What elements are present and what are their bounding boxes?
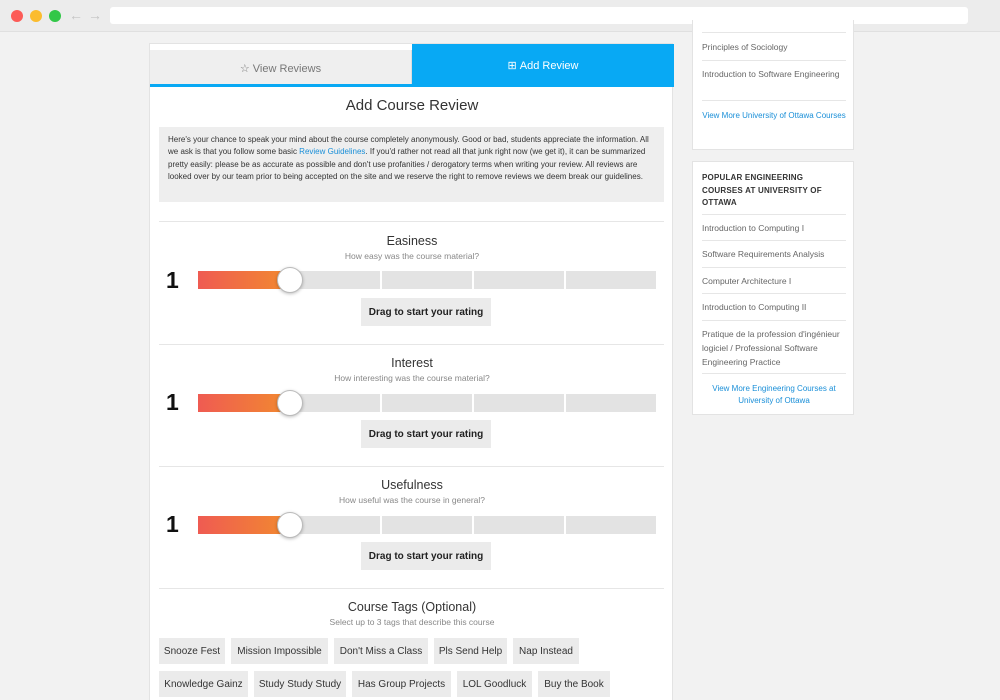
rating-slider-usefulness[interactable] bbox=[198, 512, 656, 538]
slider-segment bbox=[474, 271, 564, 289]
drag-to-rate-button[interactable]: Drag to start your rating bbox=[361, 298, 491, 326]
star-outline-icon: ☆ bbox=[239, 63, 250, 75]
divider bbox=[159, 344, 664, 345]
divider bbox=[702, 293, 846, 294]
rating-subtitle-easiness: How easy was the course material? bbox=[344, 251, 480, 261]
drag-to-rate-button[interactable]: Drag to start your rating bbox=[361, 542, 491, 570]
divider bbox=[702, 373, 846, 374]
sidebar-course-link[interactable]: Computer Architecture I bbox=[702, 274, 846, 288]
tag-button[interactable]: Study Study Study bbox=[254, 671, 346, 697]
rating-slider-interest[interactable] bbox=[198, 390, 656, 416]
sidebar-course-link[interactable]: Introduction to Computing I bbox=[702, 221, 846, 235]
back-arrow-icon[interactable]: ← bbox=[69, 7, 83, 23]
sidebar-course-link[interactable]: Software Requirements Analysis bbox=[702, 247, 846, 261]
slider-segment bbox=[474, 394, 564, 412]
slider-segment bbox=[290, 516, 380, 534]
divider bbox=[702, 214, 846, 215]
divider bbox=[702, 267, 846, 268]
tag-button[interactable]: Snooze Fest bbox=[159, 638, 225, 664]
divider bbox=[702, 60, 846, 61]
tag-button[interactable]: Has Group Projects bbox=[352, 671, 451, 697]
sidebar-courses-card: Principles of Sociology Introduction to … bbox=[692, 20, 854, 150]
sidebar-heading: POPULAR ENGINEERING COURSES AT UNIVERSIT… bbox=[702, 173, 822, 207]
tag-button[interactable]: Nap Instead bbox=[513, 638, 579, 664]
rating-subtitle-interest: How interesting was the course material? bbox=[334, 373, 490, 383]
rating-title-easiness: Easiness bbox=[386, 234, 438, 248]
sidebar-course-link[interactable]: Principles of Sociology bbox=[702, 40, 846, 54]
tab-underline bbox=[150, 84, 674, 87]
review-guidelines-link[interactable]: Review Guidelines bbox=[299, 147, 365, 156]
slider-segment bbox=[382, 516, 472, 534]
tab-view-reviews[interactable]: ☆ View Reviews bbox=[150, 50, 412, 87]
tab-add-review[interactable]: ⊞ Add Review bbox=[412, 44, 674, 87]
rating-value-usefulness: 1 bbox=[166, 511, 179, 537]
tab-add-review-label: Add Review bbox=[519, 59, 579, 72]
tag-button[interactable]: Knowledge Gainz bbox=[159, 671, 248, 697]
rating-title-usefulness: Usefulness bbox=[381, 478, 443, 492]
slider-segment bbox=[290, 394, 380, 412]
slider-segment bbox=[474, 516, 564, 534]
slider-segment bbox=[382, 394, 472, 412]
slider-segment bbox=[566, 516, 656, 534]
close-window-dot[interactable] bbox=[11, 10, 23, 22]
maximize-window-dot[interactable] bbox=[49, 10, 61, 22]
divider bbox=[159, 588, 664, 589]
drag-to-rate-button[interactable]: Drag to start your rating bbox=[361, 420, 491, 448]
tags-title: Course Tags (Optional) bbox=[347, 600, 477, 614]
sidebar-course-link[interactable]: Pratique de la profession d'ingénieur lo… bbox=[702, 327, 846, 369]
plus-square-icon: ⊞ bbox=[507, 60, 517, 72]
slider-handle[interactable] bbox=[277, 512, 303, 538]
tag-button[interactable]: Mission Impossible bbox=[231, 638, 328, 664]
forward-arrow-icon[interactable]: → bbox=[88, 7, 102, 23]
divider bbox=[702, 32, 846, 33]
review-panel: ☆ View Reviews ⊞ Add Review Add Course R… bbox=[149, 43, 674, 700]
sidebar-engineering-card: POPULAR ENGINEERING COURSES AT UNIVERSIT… bbox=[692, 161, 854, 415]
slider-handle[interactable] bbox=[277, 390, 303, 416]
tab-view-reviews-label: View Reviews bbox=[252, 62, 322, 75]
slider-segment bbox=[382, 271, 472, 289]
slider-segment bbox=[290, 271, 380, 289]
rating-value-interest: 1 bbox=[166, 389, 179, 415]
minimize-window-dot[interactable] bbox=[30, 10, 42, 22]
tags-subtitle: Select up to 3 tags that describe this c… bbox=[329, 617, 495, 627]
divider bbox=[702, 100, 846, 101]
divider bbox=[159, 466, 664, 467]
rating-value-easiness: 1 bbox=[166, 267, 179, 293]
view-more-courses-link[interactable]: View More University of Ottawa Courses bbox=[702, 110, 846, 122]
tag-button[interactable]: Pls Send Help bbox=[434, 638, 507, 664]
page-title: Add Course Review bbox=[345, 97, 479, 114]
review-tabs: ☆ View Reviews ⊞ Add Review bbox=[150, 44, 674, 87]
rating-subtitle-usefulness: How useful was the course in general? bbox=[339, 495, 485, 505]
slider-segment bbox=[566, 394, 656, 412]
view-more-engineering-link[interactable]: View More Engineering Courses at Univers… bbox=[702, 383, 846, 407]
tag-button[interactable]: Don't Miss a Class bbox=[334, 638, 428, 664]
rating-title-interest: Interest bbox=[391, 356, 433, 370]
divider bbox=[702, 240, 846, 241]
rating-slider-easiness[interactable] bbox=[198, 267, 656, 293]
review-intro: Here's your chance to speak your mind ab… bbox=[159, 127, 664, 202]
tag-button[interactable]: Buy the Book bbox=[538, 671, 610, 697]
divider bbox=[159, 221, 664, 222]
sidebar-course-link[interactable]: Introduction to Computing II bbox=[702, 300, 846, 314]
sidebar-course-link[interactable]: Introduction to Software Engineering bbox=[702, 67, 846, 81]
slider-segment bbox=[566, 271, 656, 289]
slider-handle[interactable] bbox=[277, 267, 303, 293]
divider bbox=[702, 320, 846, 321]
tag-button[interactable]: LOL Goodluck bbox=[457, 671, 532, 697]
